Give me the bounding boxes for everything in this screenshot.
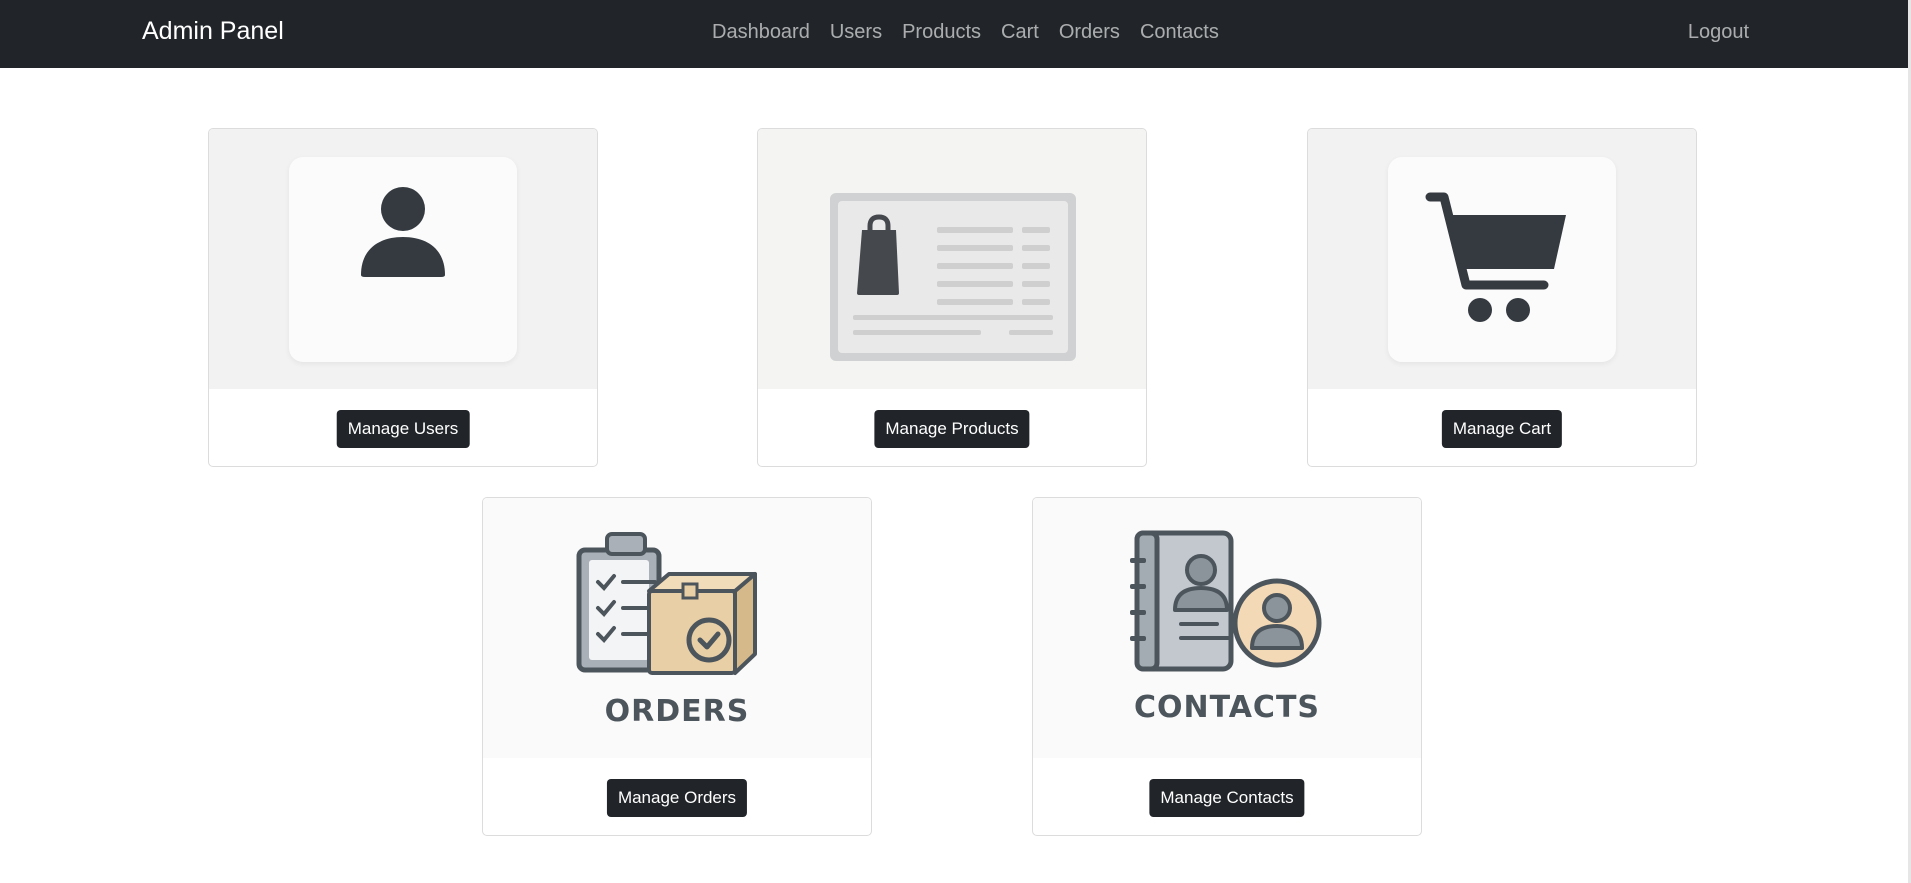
manage-orders-button[interactable]: Manage Orders: [606, 779, 748, 817]
card-cart-image: [1308, 129, 1696, 389]
card-users: Manage Users: [208, 128, 598, 467]
nav-link-orders[interactable]: Orders: [1059, 21, 1120, 44]
contacts-image-text: CONTACTS: [1133, 690, 1321, 725]
nav-link-products[interactable]: Products: [902, 21, 981, 44]
shopping-cart-icon: [1425, 192, 1566, 322]
nav-links: Dashboard Users Products Cart Orders Con…: [712, 21, 1219, 44]
nav-link-dashboard[interactable]: Dashboard: [712, 21, 810, 44]
card-orders: ORDERS Manage Orders: [482, 497, 872, 836]
navbar: Admin Panel Dashboard Users Products Car…: [0, 0, 1908, 68]
product-listing-icon: [830, 193, 1076, 361]
logout-link[interactable]: Logout: [1688, 21, 1749, 44]
orders-image-text: ORDERS: [604, 694, 750, 729]
manage-users-button[interactable]: Manage Users: [336, 410, 470, 448]
manage-contacts-button[interactable]: Manage Contacts: [1149, 779, 1305, 817]
user-icon: [361, 187, 445, 277]
user-tile: [289, 157, 517, 362]
card-users-image: [209, 129, 597, 389]
nav-link-users[interactable]: Users: [830, 21, 882, 44]
card-products: Manage Products: [757, 128, 1147, 467]
nav-link-cart[interactable]: Cart: [1001, 21, 1039, 44]
card-contacts-image: CONTACTS: [1033, 498, 1421, 758]
cart-tile: [1388, 157, 1616, 362]
card-orders-image: ORDERS: [483, 498, 871, 758]
manage-products-button[interactable]: Manage Products: [874, 410, 1030, 448]
card-contacts: CONTACTS Manage Contacts: [1032, 497, 1422, 836]
manage-cart-button[interactable]: Manage Cart: [1441, 410, 1563, 448]
card-cart: Manage Cart: [1307, 128, 1697, 467]
brand-link[interactable]: Admin Panel: [142, 17, 284, 46]
card-products-image: [758, 129, 1146, 389]
nav-link-contacts[interactable]: Contacts: [1140, 21, 1219, 44]
